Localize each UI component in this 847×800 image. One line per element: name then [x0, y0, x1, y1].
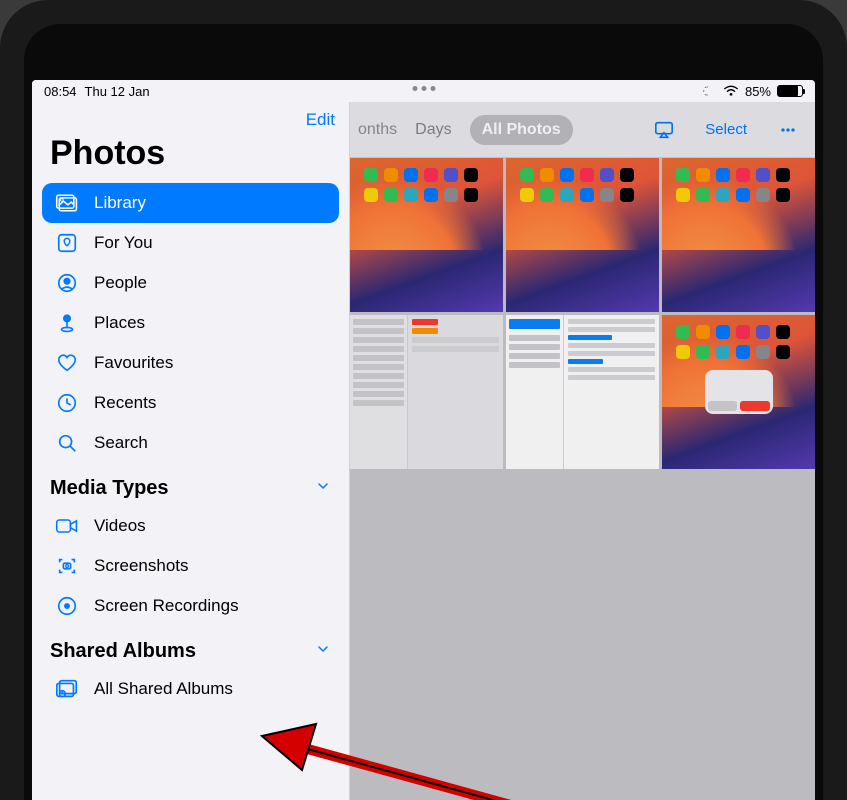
- for-you-icon: [54, 232, 80, 254]
- screenshot-icon: [54, 555, 80, 577]
- library-icon: [54, 192, 80, 214]
- sidebar-item-search[interactable]: Search: [42, 423, 339, 463]
- edit-button[interactable]: Edit: [306, 110, 335, 130]
- sidebar-item-label: Screen Recordings: [94, 596, 239, 616]
- sidebar-item-label: Library: [94, 193, 146, 213]
- sidebar-item-for-you[interactable]: For You: [42, 223, 339, 263]
- places-icon: [54, 312, 80, 334]
- sidebar-item-label: Favourites: [94, 353, 173, 373]
- grid-empty: [506, 472, 659, 626]
- photo-thumb[interactable]: [506, 315, 659, 469]
- page-title: Photos: [32, 130, 349, 183]
- section-title: Shared Albums: [50, 640, 196, 663]
- sidebar-item-screenshots[interactable]: Screenshots: [42, 546, 339, 586]
- photo-thumb[interactable]: [350, 158, 503, 312]
- segment-all-photos[interactable]: All Photos: [470, 115, 573, 145]
- sidebar-item-label: People: [94, 273, 147, 293]
- sidebar-primary-list: Library For You People: [32, 183, 349, 463]
- heart-icon: [54, 352, 80, 374]
- airplay-icon: [653, 120, 675, 140]
- sidebar-item-recents[interactable]: Recents: [42, 383, 339, 423]
- screen: 08:54 Thu 12 Jan 85% Edit Photos: [32, 80, 815, 800]
- loading-spinner-icon: [701, 85, 717, 97]
- shared-album-icon: [54, 678, 80, 700]
- sidebar-item-screen-recordings[interactable]: Screen Recordings: [42, 586, 339, 626]
- video-icon: [54, 515, 80, 537]
- chevron-down-icon: [315, 640, 331, 663]
- device-inner: 08:54 Thu 12 Jan 85% Edit Photos: [24, 24, 823, 800]
- battery-icon: [777, 85, 803, 97]
- sidebar-item-people[interactable]: People: [42, 263, 339, 303]
- ellipsis-icon: [778, 120, 798, 140]
- photo-thumb[interactable]: [350, 315, 503, 469]
- grid-empty: [662, 472, 815, 626]
- sidebar-item-all-shared[interactable]: All Shared Albums: [42, 669, 339, 709]
- grid-empty: [350, 472, 503, 626]
- sidebar-item-label: Videos: [94, 516, 146, 536]
- sidebar-item-library[interactable]: Library: [42, 183, 339, 223]
- search-icon: [54, 432, 80, 454]
- sidebar-shared-list: All Shared Albums: [32, 669, 349, 709]
- sidebar-item-places[interactable]: Places: [42, 303, 339, 343]
- segment-months-peek[interactable]: onths: [356, 121, 397, 139]
- record-icon: [54, 595, 80, 617]
- multitask-dots[interactable]: [412, 86, 435, 91]
- sidebar-item-videos[interactable]: Videos: [42, 506, 339, 546]
- sidebar-item-label: Places: [94, 313, 145, 333]
- sidebar-item-label: For You: [94, 233, 153, 253]
- sidebar-media-list: Videos Screenshots Screen: [32, 506, 349, 626]
- photo-thumb[interactable]: [506, 158, 659, 312]
- sidebar-item-label: Recents: [94, 393, 156, 413]
- select-button[interactable]: Select: [691, 114, 761, 145]
- people-icon: [54, 272, 80, 294]
- wifi-icon: [723, 85, 739, 97]
- sidebar-item-favourites[interactable]: Favourites: [42, 343, 339, 383]
- sidebar-item-label: Screenshots: [94, 556, 189, 576]
- photo-thumb[interactable]: [662, 315, 815, 469]
- segment-days[interactable]: Days: [403, 115, 463, 145]
- content-area: onths Days All Photos Select: [350, 102, 815, 800]
- more-button[interactable]: [771, 113, 805, 147]
- status-time: 08:54: [44, 84, 77, 99]
- clock-icon: [54, 392, 80, 414]
- section-title: Media Types: [50, 477, 169, 500]
- status-bar: 08:54 Thu 12 Jan 85%: [32, 80, 815, 102]
- content-toolbar: onths Days All Photos Select: [350, 102, 815, 158]
- chevron-down-icon: [315, 477, 331, 500]
- sidebar-item-label: All Shared Albums: [94, 679, 233, 699]
- device-frame: 08:54 Thu 12 Jan 85% Edit Photos: [0, 0, 847, 800]
- section-shared-albums[interactable]: Shared Albums: [32, 626, 349, 669]
- photo-grid[interactable]: [350, 158, 815, 800]
- battery-percent: 85%: [745, 84, 771, 99]
- sidebar-item-label: Search: [94, 433, 148, 453]
- airplay-button[interactable]: [647, 113, 681, 147]
- sidebar: Edit Photos Library: [32, 102, 350, 800]
- section-media-types[interactable]: Media Types: [32, 463, 349, 506]
- status-date: Thu 12 Jan: [85, 84, 150, 99]
- photo-thumb[interactable]: [662, 158, 815, 312]
